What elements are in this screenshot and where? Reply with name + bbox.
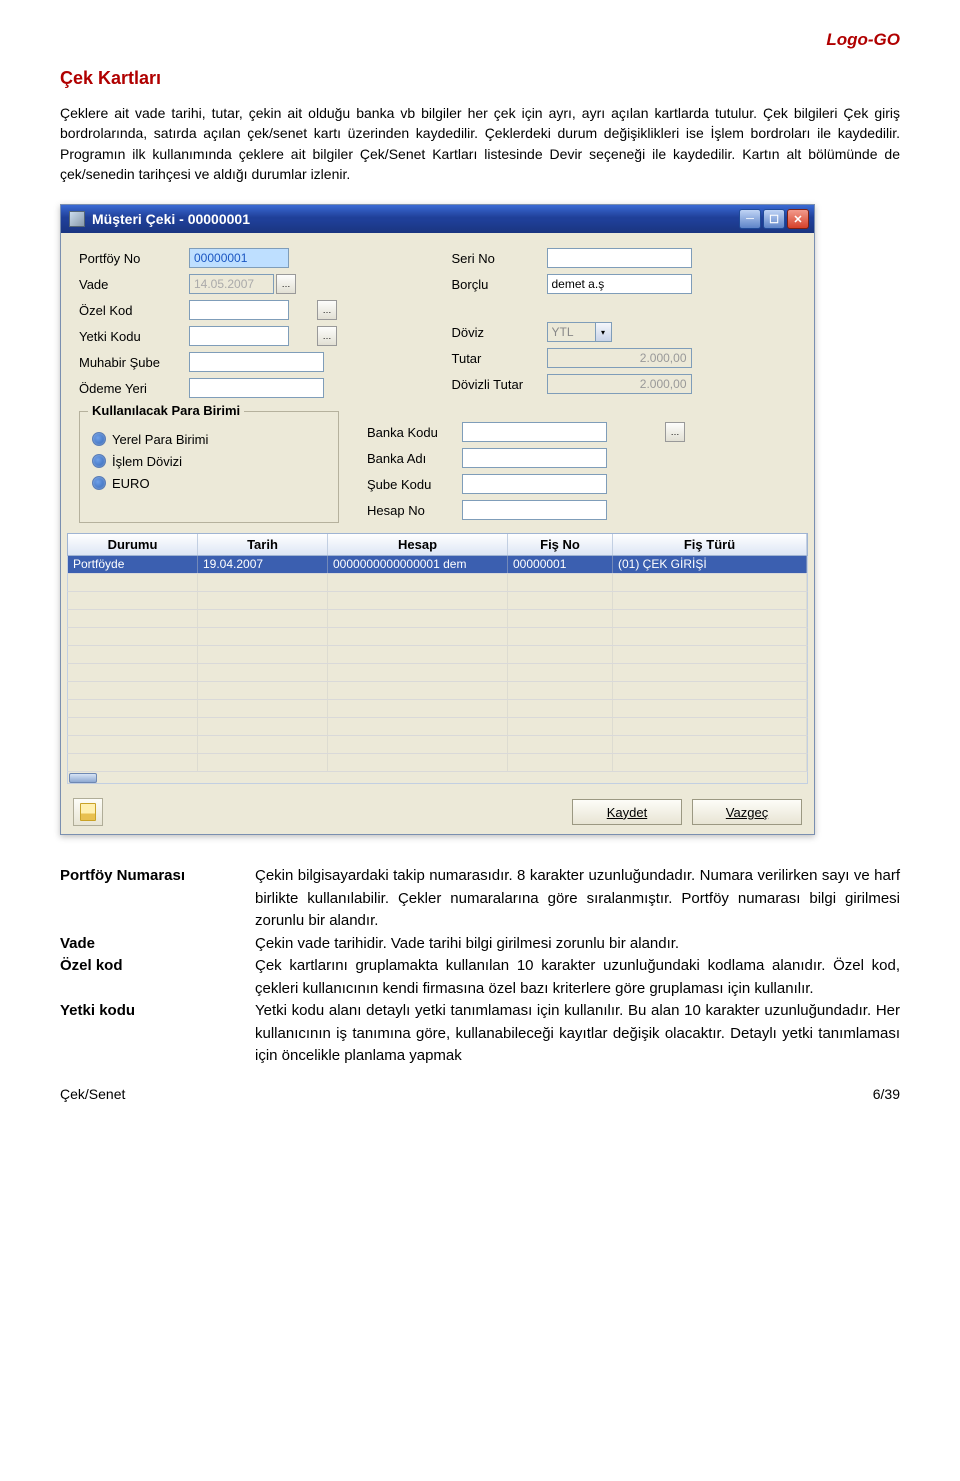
doviz-dropdown-button[interactable]: ▾ (595, 322, 612, 342)
currency-group-title: Kullanılacak Para Birimi (88, 403, 244, 418)
vade-input[interactable] (189, 274, 274, 294)
cell-hesap: 0000000000000001 dem (328, 556, 508, 573)
titlebar: Müşteri Çeki - 00000001 ─ ☐ ✕ (61, 205, 814, 233)
brand-text: Logo-GO (60, 30, 900, 50)
close-button[interactable]: ✕ (787, 209, 809, 229)
notes-icon (80, 803, 96, 821)
grid-header: Durumu Tarih Hesap Fiş No Fiş Türü (67, 533, 808, 556)
col-durumu[interactable]: Durumu (68, 534, 198, 555)
radio-yerel[interactable]: Yerel Para Birimi (92, 428, 326, 450)
cell-tarih: 19.04.2007 (198, 556, 328, 573)
sube-kodu-label: Şube Kodu (367, 477, 462, 492)
def-term: Vade (60, 933, 255, 956)
table-row[interactable] (67, 610, 808, 628)
app-window: Müşteri Çeki - 00000001 ─ ☐ ✕ Portföy No… (60, 204, 815, 835)
ozel-kod-label: Özel Kod (79, 303, 189, 318)
radio-islem[interactable]: İşlem Dövizi (92, 450, 326, 472)
table-row[interactable] (67, 574, 808, 592)
horizontal-scrollbar[interactable] (67, 772, 808, 784)
notes-button[interactable] (73, 798, 103, 826)
seri-no-input[interactable] (547, 248, 692, 268)
banka-kodu-lookup-button[interactable]: … (665, 422, 685, 442)
table-row[interactable]: Portföyde 19.04.2007 0000000000000001 de… (67, 556, 808, 574)
definition-list: Portföy NumarasıÇekin bilgisayardaki tak… (60, 865, 900, 1068)
def-term: Özel kod (60, 955, 255, 1000)
maximize-button[interactable]: ☐ (763, 209, 785, 229)
cell-durumu: Portföyde (68, 556, 198, 573)
save-button[interactable]: Kaydet (572, 799, 682, 825)
yetki-kodu-label: Yetki Kodu (79, 329, 189, 344)
doviz-label: Döviz (452, 325, 547, 340)
col-hesap[interactable]: Hesap (328, 534, 508, 555)
borclu-label: Borçlu (452, 277, 547, 292)
table-row[interactable] (67, 700, 808, 718)
cell-fis-turu: (01) ÇEK GİRİŞİ (613, 556, 807, 573)
table-row[interactable] (67, 628, 808, 646)
window-title: Müşteri Çeki - 00000001 (92, 211, 250, 227)
yetki-kodu-lookup-button[interactable]: … (317, 326, 337, 346)
dovizli-tutar-input[interactable] (547, 374, 692, 394)
portfoy-no-label: Portföy No (79, 251, 189, 266)
section-title: Çek Kartları (60, 68, 900, 89)
radio-icon (92, 432, 106, 446)
def-term: Yetki kodu (60, 1000, 255, 1068)
col-fis-no[interactable]: Fiş No (508, 534, 613, 555)
footer-left: Çek/Senet (60, 1086, 125, 1102)
footer-right: 6/39 (873, 1086, 900, 1102)
def-desc: Çek kartlarını gruplamakta kullanılan 10… (255, 955, 900, 1000)
def-desc: Çekin vade tarihidir. Vade tarihi bilgi … (255, 933, 900, 956)
hesap-no-label: Hesap No (367, 503, 462, 518)
muhabir-sube-input[interactable] (189, 352, 324, 372)
radio-icon (92, 454, 106, 468)
banka-adi-input[interactable] (462, 448, 607, 468)
def-desc: Yetki kodu alanı detaylı yetki tanımlama… (255, 1000, 900, 1068)
radio-yerel-label: Yerel Para Birimi (112, 432, 208, 447)
seri-no-label: Seri No (452, 251, 547, 266)
vade-label: Vade (79, 277, 189, 292)
table-row[interactable] (67, 646, 808, 664)
col-tarih[interactable]: Tarih (198, 534, 328, 555)
scroll-thumb[interactable] (69, 773, 97, 783)
radio-euro[interactable]: EURO (92, 472, 326, 494)
tutar-input[interactable] (547, 348, 692, 368)
history-grid: Durumu Tarih Hesap Fiş No Fiş Türü Portf… (67, 533, 808, 784)
cancel-button[interactable]: Vazgeç (692, 799, 802, 825)
dovizli-tutar-label: Dövizli Tutar (452, 377, 547, 392)
muhabir-sube-label: Muhabir Şube (79, 355, 189, 370)
intro-paragraph: Çeklere ait vade tarihi, tutar, çekin ai… (60, 103, 900, 184)
radio-icon (92, 476, 106, 490)
table-row[interactable] (67, 754, 808, 772)
ozel-kod-lookup-button[interactable]: … (317, 300, 337, 320)
app-icon (69, 211, 85, 227)
radio-islem-label: İşlem Dövizi (112, 454, 182, 469)
col-fis-turu[interactable]: Fiş Türü (613, 534, 807, 555)
table-row[interactable] (67, 592, 808, 610)
odeme-yeri-label: Ödeme Yeri (79, 381, 189, 396)
odeme-yeri-input[interactable] (189, 378, 324, 398)
table-row[interactable] (67, 664, 808, 682)
yetki-kodu-input[interactable] (189, 326, 289, 346)
table-row[interactable] (67, 718, 808, 736)
vade-picker-button[interactable]: … (276, 274, 296, 294)
table-row[interactable] (67, 682, 808, 700)
def-desc: Çekin bilgisayardaki takip numarasıdır. … (255, 865, 900, 933)
def-term: Portföy Numarası (60, 865, 255, 933)
portfoy-no-input[interactable] (189, 248, 289, 268)
radio-euro-label: EURO (112, 476, 150, 491)
hesap-no-input[interactable] (462, 500, 607, 520)
doviz-select[interactable] (547, 322, 595, 342)
tutar-label: Tutar (452, 351, 547, 366)
banka-kodu-input[interactable] (462, 422, 607, 442)
banka-kodu-label: Banka Kodu (367, 425, 462, 440)
cell-fis-no: 00000001 (508, 556, 613, 573)
minimize-button[interactable]: ─ (739, 209, 761, 229)
banka-adi-label: Banka Adı (367, 451, 462, 466)
table-row[interactable] (67, 736, 808, 754)
borclu-input[interactable] (547, 274, 692, 294)
ozel-kod-input[interactable] (189, 300, 289, 320)
sube-kodu-input[interactable] (462, 474, 607, 494)
